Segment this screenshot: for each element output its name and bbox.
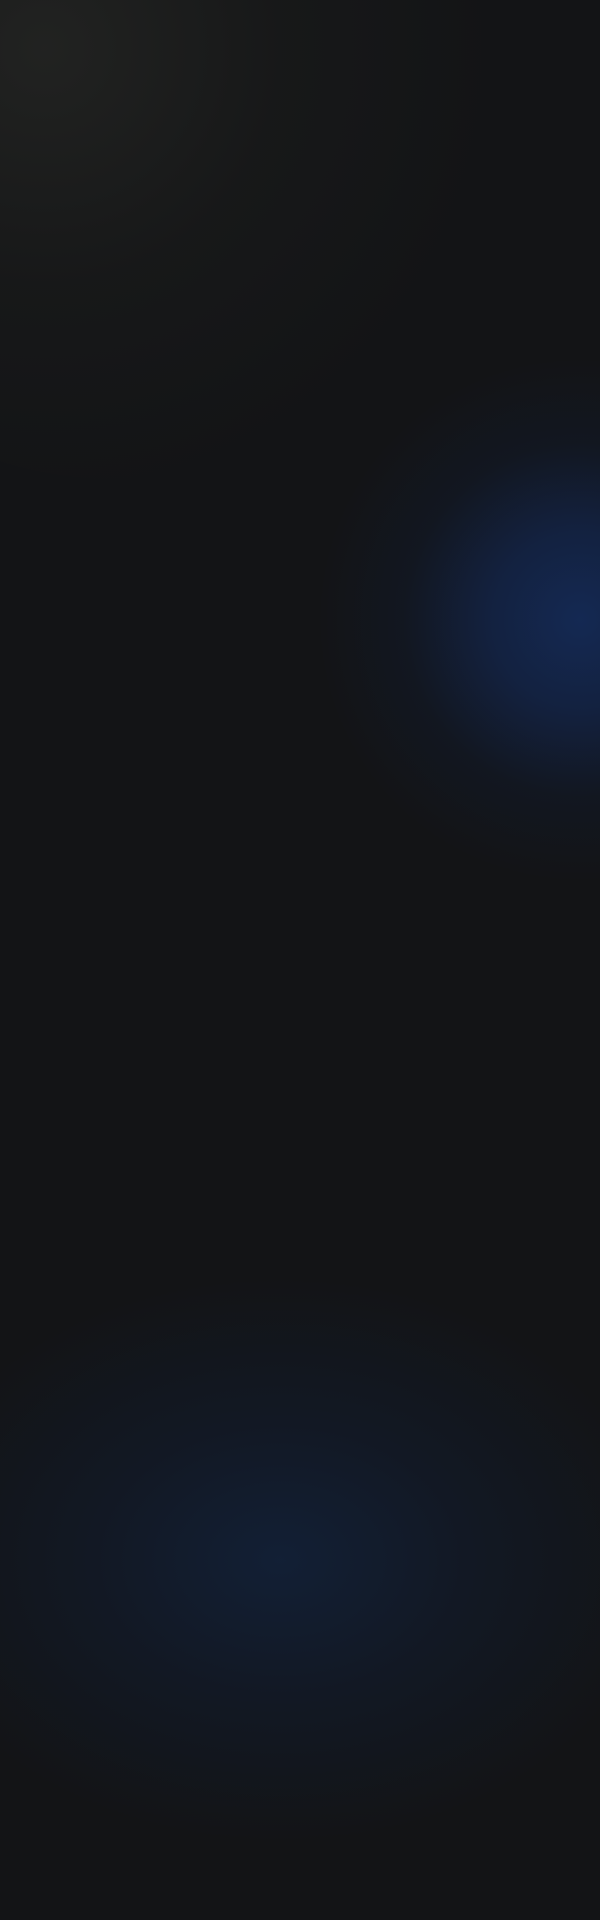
dark-gradient-background [0, 0, 600, 1920]
right-blue-glow [320, 360, 600, 880]
top-left-dim-glow [0, 0, 500, 480]
bottom-blue-glow [0, 1280, 600, 1840]
